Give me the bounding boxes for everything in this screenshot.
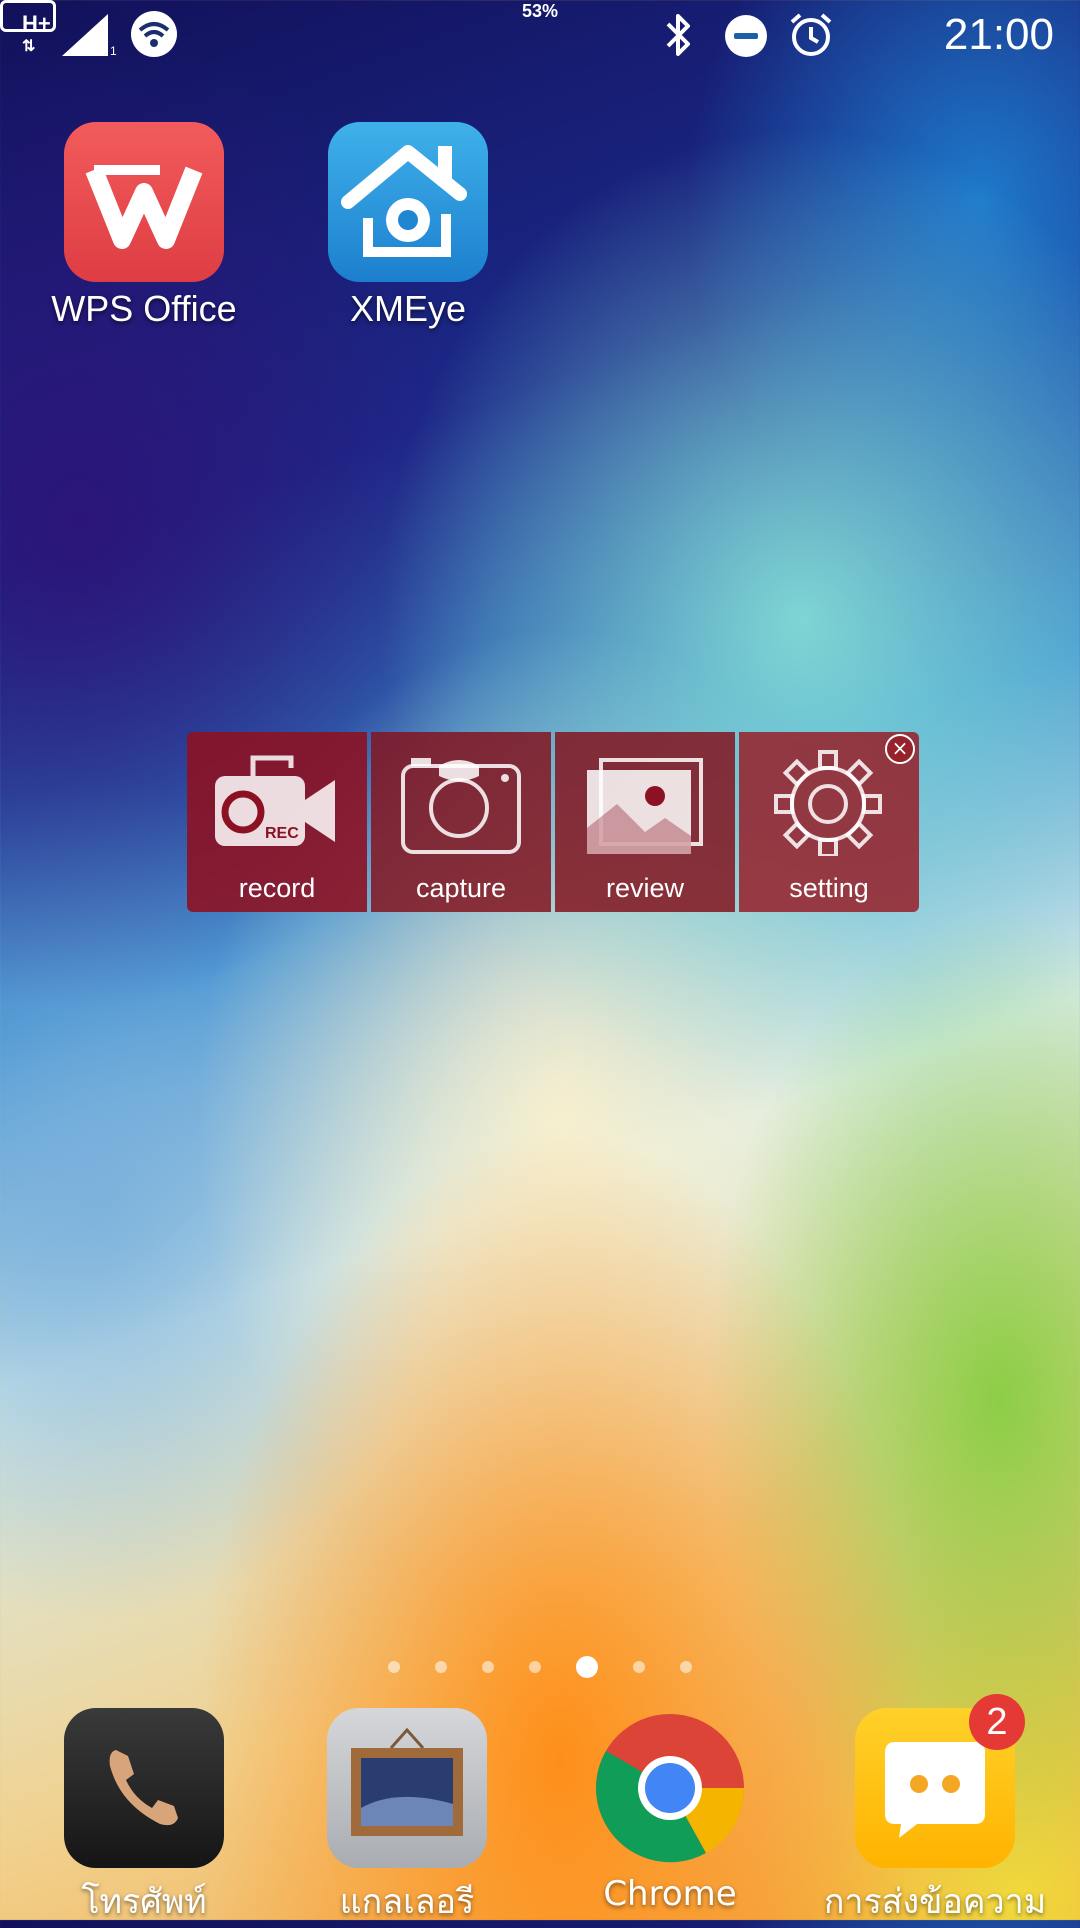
phone-icon xyxy=(64,1708,224,1868)
close-icon[interactable]: × xyxy=(885,734,915,764)
app-wps-office[interactable]: WPS Office xyxy=(24,122,264,330)
status-bar: H+ ⇅ 1 53% 21:00 xyxy=(0,0,1080,72)
page-dot[interactable] xyxy=(633,1661,645,1673)
page-dot-active[interactable] xyxy=(576,1656,598,1678)
capture-label: capture xyxy=(415,873,507,903)
app-label: WPS Office xyxy=(51,288,237,329)
camera-icon xyxy=(401,758,521,854)
capture-button[interactable]: capture xyxy=(371,732,551,912)
wps-office-icon xyxy=(64,122,224,282)
dock-app-gallery[interactable]: แกลเลอรี xyxy=(277,1708,537,1928)
messaging-icon: 2 xyxy=(855,1694,1025,1868)
dock-app-messaging[interactable]: 2 การส่งข้อความ xyxy=(805,1694,1065,1928)
dock-app-chrome[interactable]: Chrome xyxy=(540,1708,800,1914)
review-button[interactable]: review xyxy=(555,732,735,912)
xmeye-icon xyxy=(328,122,488,282)
page-dot[interactable] xyxy=(388,1661,400,1673)
page-dot[interactable] xyxy=(529,1661,541,1673)
record-label: record xyxy=(238,873,316,903)
app-xmeye[interactable]: XMEye xyxy=(288,122,528,330)
screen-recorder-widget: REC record capture review setting × xyxy=(187,732,919,912)
gallery-image-icon xyxy=(587,758,703,854)
setting-button[interactable]: setting × xyxy=(739,732,919,912)
dock-label: Chrome xyxy=(603,1874,737,1914)
app-label: XMEye xyxy=(349,288,467,329)
battery-level: 53% xyxy=(521,1,559,21)
record-button[interactable]: REC record xyxy=(187,732,367,912)
chrome-icon xyxy=(590,1708,750,1868)
dock-app-phone[interactable]: โทรศัพท์ xyxy=(14,1708,274,1928)
sim-indicator: 1 xyxy=(110,44,117,58)
setting-label: setting xyxy=(789,873,869,903)
review-label: review xyxy=(605,873,685,903)
page-dot[interactable] xyxy=(680,1661,692,1673)
page-dot[interactable] xyxy=(482,1661,494,1673)
page-dot[interactable] xyxy=(435,1661,447,1673)
gear-icon xyxy=(774,750,882,856)
page-indicator xyxy=(388,1652,692,1682)
notification-badge: 2 xyxy=(969,1694,1025,1750)
status-time: 21:00 xyxy=(943,10,1054,59)
svg-text:REC: REC xyxy=(265,825,299,842)
gallery-icon xyxy=(327,1708,487,1868)
video-record-icon: REC xyxy=(215,755,335,846)
